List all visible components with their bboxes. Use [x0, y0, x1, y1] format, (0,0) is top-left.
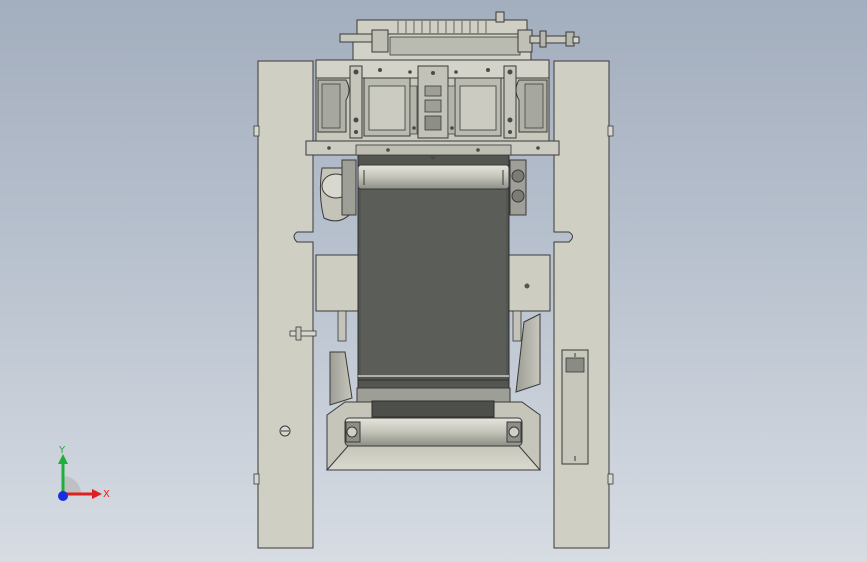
cad-viewport[interactable]: Y X: [0, 0, 867, 562]
triad-plane: [63, 476, 81, 494]
axis-triad: Y X: [58, 445, 110, 501]
left-upper-drive: [319, 159, 357, 222]
x-arrowhead: [92, 489, 102, 499]
y-axis-label: Y: [58, 445, 66, 456]
x-axis-label: X: [103, 489, 110, 500]
right-side-plate: [553, 60, 614, 549]
upper-drum: [357, 164, 510, 190]
mid-bracket-left: [315, 254, 361, 342]
right-upper-drive: [509, 159, 527, 216]
upper-frame: [305, 59, 560, 160]
left-side-plate: [253, 60, 317, 549]
machine-model[interactable]: [0, 0, 867, 562]
conveyor-belt: [357, 154, 510, 394]
tension-screw-assembly[interactable]: [339, 11, 580, 61]
z-axis-dot: [58, 491, 68, 501]
